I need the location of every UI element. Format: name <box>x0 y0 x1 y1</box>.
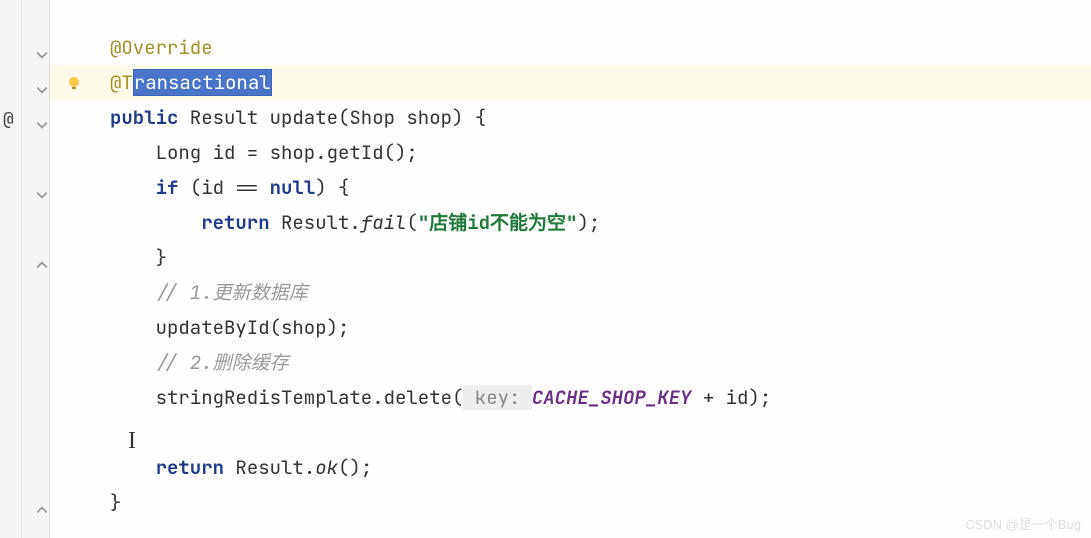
selected-text: ransactional <box>133 69 272 96</box>
comment: // 2.删除缓存 <box>156 350 289 375</box>
fold-icon[interactable] <box>36 112 48 124</box>
parameter-hint: key: <box>463 385 531 410</box>
text-cursor-icon: I <box>128 428 136 455</box>
code-editor[interactable]: @Override @Transactional public Result u… <box>50 0 1091 538</box>
intention-bulb-icon[interactable] <box>66 72 82 88</box>
fold-icon[interactable] <box>36 497 48 509</box>
code-line: if (id == null) { <box>50 170 1091 205</box>
comment: // 1.更新数据库 <box>156 280 308 305</box>
editor-gutter: @ <box>0 0 50 538</box>
code-line: return Result.fail("店铺id不能为空"); <box>50 205 1091 240</box>
fold-icon[interactable] <box>36 42 48 54</box>
code-line: public Result update(Shop shop) { <box>50 100 1091 135</box>
annotation-override: @Override <box>110 35 213 60</box>
fold-icon[interactable] <box>36 77 48 89</box>
code-line: updateById(shop); <box>50 310 1091 345</box>
code-line: stringRedisTemplate.delete( key: CACHE_S… <box>50 380 1091 415</box>
fold-icon[interactable] <box>36 182 48 194</box>
code-line: return Result.ok(); <box>50 450 1091 485</box>
code-line: } <box>50 240 1091 275</box>
code-line: } <box>50 485 1091 520</box>
constant: CACHE_SHOP_KEY <box>532 385 692 410</box>
code-line: Long id = shop.getId(); <box>50 135 1091 170</box>
code-line: // 2.删除缓存 <box>50 345 1091 380</box>
override-gutter-icon[interactable]: @ <box>3 108 14 131</box>
left-margin <box>0 0 22 538</box>
watermark: CSDN @是一个Bug <box>965 514 1081 533</box>
code-line: @Transactional <box>50 65 1091 100</box>
code-line: @Override <box>50 30 1091 65</box>
annotation-transactional: @Transactional <box>110 69 272 96</box>
code-line: // 1.更新数据库 <box>50 275 1091 310</box>
fold-icon[interactable] <box>36 252 48 264</box>
code-line <box>50 415 1091 450</box>
